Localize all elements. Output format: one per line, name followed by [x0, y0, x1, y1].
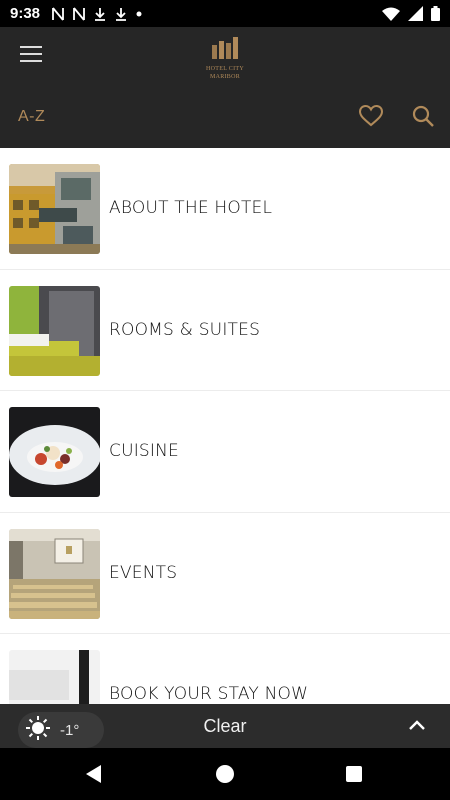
back-icon[interactable]	[84, 764, 104, 784]
battery-icon	[431, 6, 440, 21]
hotel-building-photo	[9, 164, 100, 254]
menu-button[interactable]	[14, 41, 48, 71]
recents-icon[interactable]	[346, 766, 362, 782]
hotel-logo: HOTEL CITY MARIBOR	[200, 37, 250, 80]
search-icon	[412, 105, 434, 132]
list-item-about-the-hotel[interactable]: ABOUT THE HOTEL	[0, 148, 450, 270]
search-button[interactable]	[410, 105, 436, 131]
logo-text-line1: HOTEL CITY	[206, 66, 244, 72]
download-icon	[115, 7, 127, 21]
netflix-icon	[52, 6, 64, 21]
list-item-label: EVENTS	[109, 562, 178, 583]
wifi-icon	[382, 7, 400, 21]
list-item-cuisine[interactable]: CUISINE	[0, 391, 450, 513]
list-item-label: CUISINE	[109, 441, 179, 461]
dot-icon	[136, 11, 142, 17]
notification-icons	[52, 6, 142, 21]
list-item-label: ABOUT THE HOTEL	[109, 198, 273, 218]
weather-condition: Clear	[203, 716, 247, 736]
section-list: ABOUT THE HOTEL ROOMS & SUITES CUISINE E…	[0, 148, 450, 756]
app-header: HOTEL CITY MARIBOR A-Z	[0, 27, 450, 148]
hotel-room-photo	[9, 285, 100, 376]
status-time: 9:38	[10, 5, 41, 22]
logo-text-line2: MARIBOR	[209, 74, 241, 80]
logo-building-icon	[211, 37, 239, 64]
list-item-label: ROOMS & SUITES	[109, 319, 261, 340]
az-index-button[interactable]: A-Z	[18, 108, 45, 126]
favorites-button[interactable]	[357, 104, 385, 132]
netflix-icon	[73, 6, 85, 21]
list-item-rooms-and-suites[interactable]: ROOMS & SUITES	[0, 270, 450, 391]
chevron-up-icon	[409, 717, 425, 735]
conference-room-photo	[9, 528, 100, 619]
download-icon	[94, 7, 106, 21]
dish-photo	[9, 407, 100, 497]
weather-expand-button[interactable]	[404, 714, 430, 738]
list-item-events[interactable]: EVENTS	[0, 513, 450, 634]
home-icon[interactable]	[216, 765, 234, 783]
system-icons	[382, 6, 440, 21]
system-nav-bar	[0, 748, 450, 800]
weather-bar[interactable]: -1° Clear	[0, 704, 450, 748]
list-item-label: BOOK YOUR STAY NOW	[109, 684, 309, 704]
signal-icon	[408, 6, 423, 21]
menu-icon	[20, 45, 42, 67]
app-screen: 9:38 HOTEL CITY MARIBOR A-Z ABOUT THE HO…	[0, 0, 450, 800]
heart-icon	[358, 104, 384, 132]
status-bar: 9:38	[0, 0, 450, 27]
